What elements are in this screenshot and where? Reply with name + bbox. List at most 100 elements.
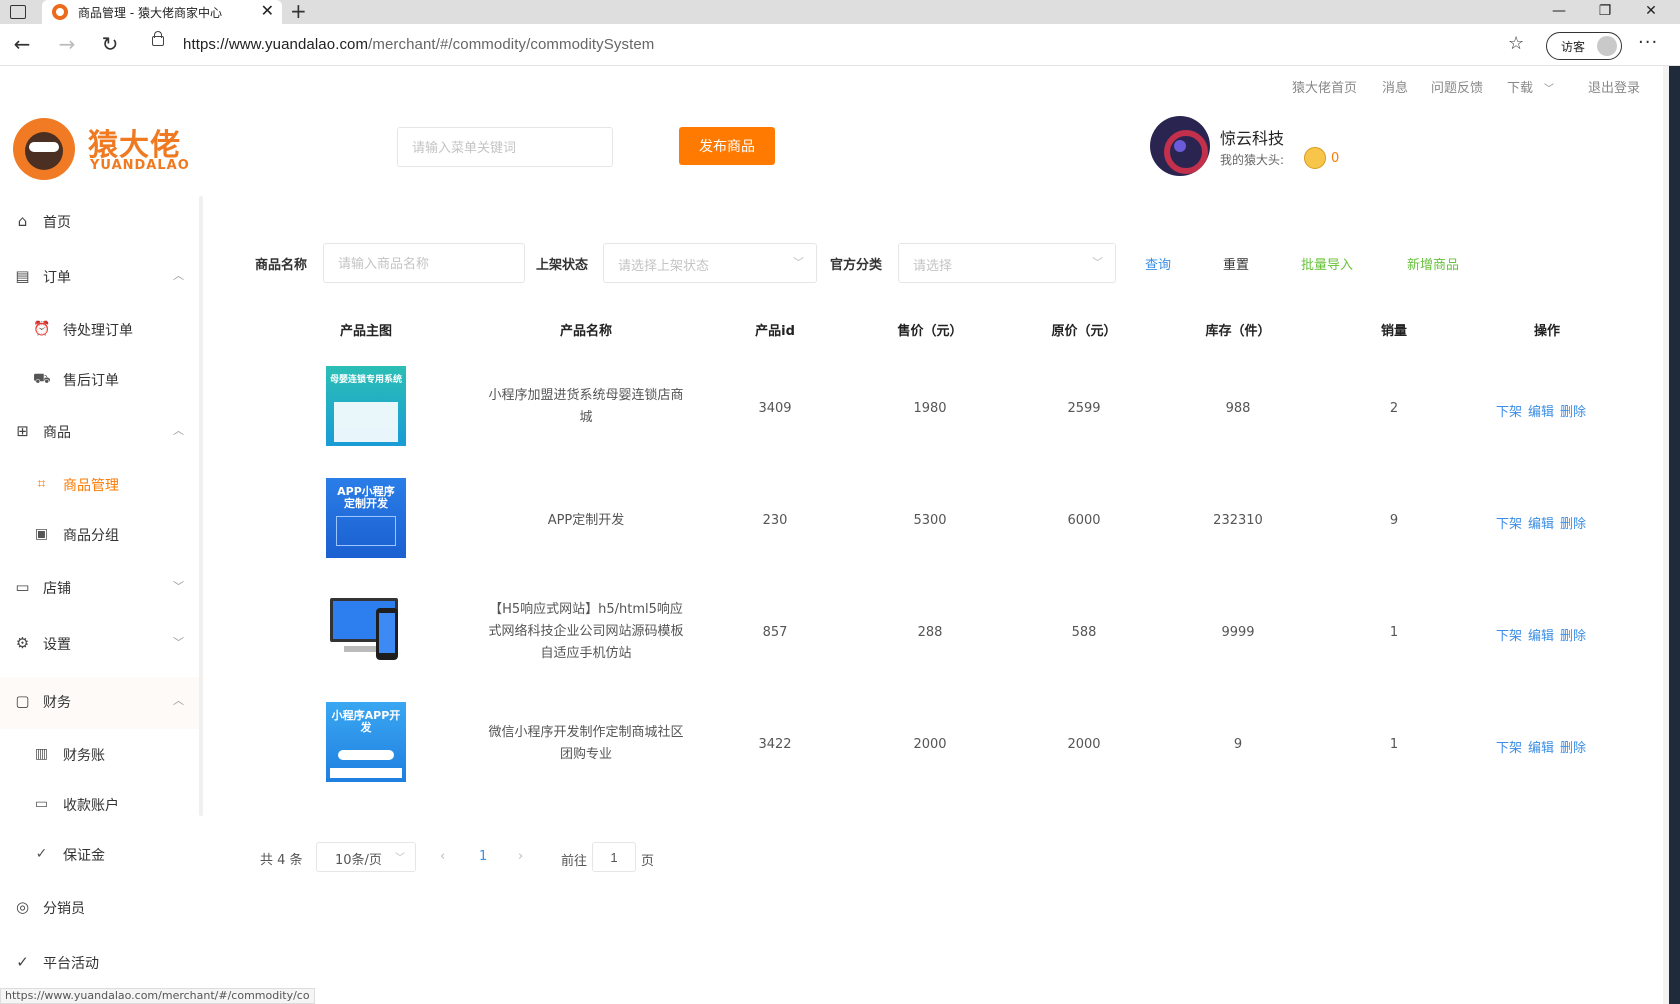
edit-button[interactable]: 编辑 — [1528, 517, 1554, 532]
product-thumbnail[interactable]: APP小程序 定制开发 — [326, 478, 406, 558]
gift-icon: ⊞ — [16, 422, 29, 440]
toplink-logout[interactable]: 退出登录 — [1588, 77, 1640, 96]
product-sales: 9 — [1389, 513, 1399, 528]
sidebar-item-goods-group[interactable]: ▣ 商品分组 — [0, 515, 199, 555]
download-chevron-icon[interactable]: ﹀ — [1544, 80, 1554, 95]
restore-icon[interactable]: ❐ — [1582, 0, 1628, 22]
sidebar-item-deposit[interactable]: ✓ 保证金 — [0, 835, 199, 875]
favorite-star-icon[interactable]: ☆ — [1508, 33, 1524, 54]
product-price: 2000 — [913, 737, 947, 752]
sidebar-item-goods-manage[interactable]: ⌗ 商品管理 — [0, 465, 199, 505]
lock-icon[interactable] — [152, 31, 164, 46]
sidebar-item-distributor[interactable]: ◎ 分销员 — [0, 888, 199, 928]
delete-button[interactable]: 删除 — [1560, 517, 1586, 532]
toplink-feedback[interactable]: 问题反馈 — [1431, 77, 1483, 96]
goods-name-input[interactable] — [323, 243, 525, 283]
sidebar-item-store[interactable]: ▭ 店铺 ﹀ — [0, 568, 199, 608]
col-header-price: 售价（元） — [897, 324, 963, 339]
close-tab-icon[interactable]: ✕ — [261, 1, 274, 20]
sidebar-item-finance[interactable]: ▢ 财务 ︿ — [0, 677, 199, 729]
query-button[interactable]: 查询 — [1145, 254, 1171, 273]
reload-icon[interactable]: ↻ — [96, 32, 124, 56]
minimize-icon[interactable]: — — [1536, 0, 1582, 22]
publish-goods-button[interactable]: 发布商品 — [679, 127, 775, 165]
new-tab-icon[interactable]: + — [290, 0, 307, 23]
batch-import-button[interactable]: 批量导入 — [1301, 254, 1353, 273]
profile-avatar-icon — [1597, 36, 1617, 56]
toplink-home[interactable]: 猿大佬首页 — [1292, 77, 1357, 96]
product-sales: 2 — [1389, 401, 1399, 416]
address-bar: ← → ↻ https://www.yuandalao.com/merchant… — [0, 24, 1680, 66]
goto-page-input[interactable] — [592, 842, 636, 872]
status-select[interactable]: 请选择上架状态 ﹀ — [603, 243, 817, 283]
desktop-edge — [1663, 66, 1680, 1004]
tab-actions-icon[interactable] — [10, 5, 26, 19]
coin-label: 我的猿大头: — [1220, 153, 1285, 167]
product-orig-price: 2599 — [1067, 401, 1101, 416]
page-size-select[interactable]: 10条/页 ﹀ — [316, 842, 416, 872]
page-number[interactable]: 1 — [479, 849, 487, 864]
product-orig-price: 588 — [1071, 625, 1097, 640]
window-close-icon[interactable]: ✕ — [1628, 0, 1674, 22]
sidebar-item-orders[interactable]: ▤ 订单 ︿ — [0, 257, 199, 297]
shop-avatar[interactable] — [1150, 116, 1210, 176]
more-menu-icon[interactable]: ··· — [1638, 32, 1658, 53]
gear-icon: ⚙ — [15, 634, 30, 652]
sidebar-item-goods[interactable]: ⊞ 商品 ︿ — [0, 412, 199, 452]
product-id: 3409 — [758, 401, 792, 416]
delete-button[interactable]: 删除 — [1560, 405, 1586, 420]
row-actions: 下架 编辑 删除 — [1496, 401, 1592, 420]
menu-search-input[interactable] — [397, 127, 613, 167]
edit-button[interactable]: 编辑 — [1528, 405, 1554, 420]
product-id: 3422 — [758, 737, 792, 752]
toplink-download[interactable]: 下载 — [1507, 77, 1533, 96]
sidebar-item-pending-orders[interactable]: ⏰ 待处理订单 — [0, 310, 199, 350]
product-thumbnail[interactable]: 小程序APP开发 — [326, 702, 406, 782]
product-thumbnail[interactable]: 母婴连锁专用系统 — [326, 366, 406, 446]
toplink-messages[interactable]: 消息 — [1382, 77, 1408, 96]
next-page-icon[interactable]: › — [518, 849, 523, 864]
sidebar-item-settings[interactable]: ⚙ 设置 ﹀ — [0, 624, 199, 664]
chart-check-icon: ✓ — [16, 953, 29, 971]
tab-title: 商品管理 - 猿大佬商家中心 — [78, 6, 222, 20]
sidebar-scrollbar[interactable] — [199, 196, 203, 816]
sidebar-item-finance-bill[interactable]: ▥ 财务账 — [0, 735, 199, 775]
shop-name: 惊云科技 — [1220, 129, 1285, 148]
profile-button[interactable]: 访客 — [1546, 32, 1622, 60]
forward-icon[interactable]: → — [53, 32, 81, 56]
truck-icon: ⛟ — [33, 371, 51, 387]
product-stock: 9999 — [1221, 625, 1255, 640]
unlist-button[interactable]: 下架 — [1496, 741, 1522, 756]
pagination-total: 共 4 条 — [260, 853, 303, 868]
add-goods-button[interactable]: 新增商品 — [1407, 254, 1459, 273]
unlist-button[interactable]: 下架 — [1496, 629, 1522, 644]
sidebar-item-home[interactable]: ⌂ 首页 — [0, 202, 199, 242]
logo-icon[interactable] — [13, 118, 75, 180]
col-header-sales: 销量 — [1380, 324, 1407, 339]
row-actions: 下架 编辑 删除 — [1496, 513, 1592, 532]
sidebar-item-after-sale[interactable]: ⛟ 售后订单 — [0, 360, 199, 400]
browser-tab[interactable]: 商品管理 - 猿大佬商家中心 ✕ — [42, 0, 282, 24]
sidebar-item-activity[interactable]: ✓ 平台活动 — [0, 943, 199, 983]
unlist-button[interactable]: 下架 — [1496, 517, 1522, 532]
briefcase-icon: ▢ — [15, 692, 30, 710]
col-header-stock: 库存（件） — [1205, 324, 1271, 339]
edit-button[interactable]: 编辑 — [1528, 741, 1554, 756]
delete-button[interactable]: 删除 — [1560, 629, 1586, 644]
wallet-icon: ▭ — [34, 796, 49, 812]
product-thumbnail[interactable] — [326, 590, 406, 670]
back-icon[interactable]: ← — [8, 32, 36, 56]
reset-button[interactable]: 重置 — [1223, 254, 1249, 273]
delete-button[interactable]: 删除 — [1560, 741, 1586, 756]
prev-page-icon[interactable]: ‹ — [440, 849, 445, 864]
chevron-up-icon: ︿ — [173, 269, 184, 282]
category-select[interactable]: 请选择 ﹀ — [898, 243, 1116, 283]
edit-button[interactable]: 编辑 — [1528, 629, 1554, 644]
col-header-orig-price: 原价（元） — [1051, 324, 1117, 339]
product-name: 小程序加盟进货系统母婴连锁店商城 — [488, 388, 684, 425]
unlist-button[interactable]: 下架 — [1496, 405, 1522, 420]
sidebar-item-receive-account[interactable]: ▭ 收款账户 — [0, 785, 199, 825]
chevron-down-icon: ﹀ — [395, 853, 405, 864]
monitor-icon: ▭ — [15, 578, 30, 596]
url-field[interactable]: https://www.yuandalao.com/merchant/#/com… — [183, 36, 654, 53]
